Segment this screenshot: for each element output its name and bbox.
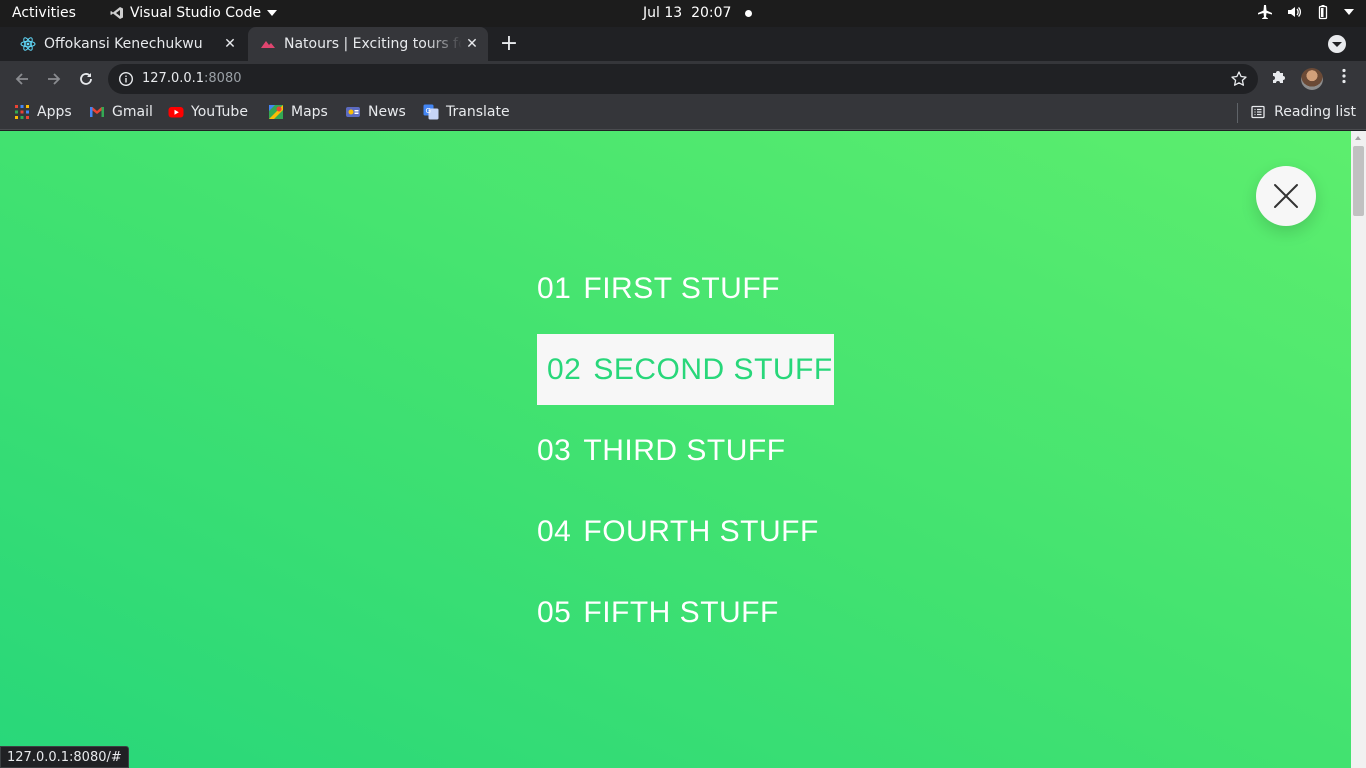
svg-text:G: G bbox=[426, 107, 431, 115]
bookmark-news[interactable]: News bbox=[345, 104, 406, 120]
nav-item-label: FIFTH STUFF bbox=[583, 595, 779, 629]
tab-title: Natours | Exciting tours for adventurous… bbox=[284, 36, 462, 52]
airplane-mode-icon bbox=[1258, 5, 1272, 19]
chevron-down-icon bbox=[1344, 9, 1354, 15]
nav-item-first[interactable]: 01 FIRST STUFF bbox=[537, 253, 780, 324]
maps-icon bbox=[269, 105, 283, 119]
vscode-icon bbox=[110, 7, 123, 19]
app-menu[interactable]: Visual Studio Code bbox=[110, 5, 278, 21]
bookmark-label: Maps bbox=[291, 104, 328, 120]
bookmark-label: Apps bbox=[37, 104, 72, 120]
nav-item-number: 04 bbox=[537, 514, 572, 548]
time: 20:07 bbox=[691, 5, 732, 21]
extensions-puzzle-icon[interactable] bbox=[1270, 67, 1288, 89]
nav-item-fourth[interactable]: 04 FOURTH STUFF bbox=[537, 496, 819, 567]
divider bbox=[1237, 103, 1238, 123]
apps-grid-icon bbox=[15, 105, 29, 119]
nav-item-number: 05 bbox=[537, 595, 572, 629]
url-text: 127.0.0.1:8080 bbox=[142, 71, 242, 86]
forward-arrow-icon[interactable] bbox=[42, 67, 66, 91]
scroll-up-arrow-icon[interactable] bbox=[1355, 136, 1361, 140]
more-menu-icon[interactable] bbox=[1336, 67, 1352, 89]
nav-item-fifth[interactable]: 05 FIFTH STUFF bbox=[537, 577, 779, 648]
volume-icon bbox=[1288, 7, 1302, 17]
bookmark-apps[interactable]: Apps bbox=[14, 104, 72, 120]
page-viewport: 01 FIRST STUFF 02 SECOND STUFF 03 THIRD … bbox=[0, 131, 1351, 768]
gmail-icon bbox=[90, 107, 104, 117]
tab-search-icon[interactable] bbox=[1328, 35, 1346, 53]
close-tab-icon[interactable]: ✕ bbox=[220, 34, 240, 54]
address-bar[interactable]: 127.0.0.1:8080 bbox=[108, 64, 1258, 94]
natours-icon bbox=[260, 36, 276, 52]
bookmarks-bar: Apps Gmail YouTube Maps News G Translate… bbox=[0, 97, 1366, 130]
date: Jul 13 bbox=[643, 5, 683, 21]
nav-item-label: FIRST STUFF bbox=[583, 271, 780, 305]
youtube-icon bbox=[168, 107, 184, 118]
activities-button[interactable]: Activities bbox=[12, 5, 76, 21]
tab-offokansi[interactable]: Offokansi Kenechukwu ✕ bbox=[8, 27, 246, 61]
battery-icon bbox=[1318, 5, 1328, 20]
reading-list-label: Reading list bbox=[1274, 104, 1356, 120]
chevron-down-icon bbox=[267, 10, 278, 16]
react-icon bbox=[20, 36, 36, 52]
news-icon bbox=[346, 107, 360, 117]
back-arrow-icon[interactable] bbox=[10, 67, 34, 91]
bookmark-label: YouTube bbox=[191, 104, 248, 120]
reload-icon[interactable] bbox=[74, 67, 98, 91]
nav-item-number: 01 bbox=[537, 271, 572, 305]
vertical-scrollbar[interactable] bbox=[1351, 131, 1366, 768]
app-name: Visual Studio Code bbox=[130, 5, 262, 21]
nav-item-second[interactable]: 02 SECOND STUFF bbox=[537, 334, 834, 405]
bookmark-label: Gmail bbox=[112, 104, 153, 120]
bookmark-youtube[interactable]: YouTube bbox=[168, 104, 248, 120]
nav-item-number: 02 bbox=[547, 352, 582, 386]
tab-natours[interactable]: Natours | Exciting tours for adventurous… bbox=[248, 27, 488, 61]
reading-list-icon bbox=[1251, 105, 1265, 119]
system-tray[interactable] bbox=[1257, 4, 1354, 20]
bookmark-label: Translate bbox=[446, 104, 510, 120]
notification-dot-icon bbox=[745, 9, 753, 17]
url-host: 127.0.0.1 bbox=[142, 71, 205, 86]
close-tab-icon[interactable]: ✕ bbox=[462, 34, 482, 54]
tab-strip: Offokansi Kenechukwu ✕ Natours | Excitin… bbox=[0, 27, 1366, 61]
bookmark-label: News bbox=[368, 104, 406, 120]
close-navigation-button[interactable] bbox=[1256, 166, 1316, 226]
close-icon bbox=[1274, 184, 1298, 208]
nav-item-number: 03 bbox=[537, 433, 572, 467]
bookmark-star-icon[interactable] bbox=[1230, 70, 1248, 92]
scrollbar-thumb[interactable] bbox=[1353, 146, 1364, 216]
reading-list-button[interactable]: Reading list bbox=[1250, 104, 1356, 120]
bookmark-gmail[interactable]: Gmail bbox=[89, 104, 153, 120]
clock[interactable]: Jul 13 20:07 bbox=[643, 5, 753, 21]
site-info-icon[interactable] bbox=[118, 71, 134, 91]
link-status-bubble: 127.0.0.1:8080/# bbox=[0, 746, 129, 768]
system-top-bar: Activities Visual Studio Code Jul 13 20:… bbox=[0, 0, 1366, 27]
url-port: :8080 bbox=[204, 71, 242, 86]
bookmark-maps[interactable]: Maps bbox=[268, 104, 328, 120]
nav-item-label: FOURTH STUFF bbox=[583, 514, 819, 548]
nav-item-label: SECOND STUFF bbox=[593, 352, 833, 386]
tab-title: Offokansi Kenechukwu bbox=[44, 36, 203, 52]
nav-item-label: THIRD STUFF bbox=[583, 433, 786, 467]
nav-item-third[interactable]: 03 THIRD STUFF bbox=[537, 415, 786, 486]
translate-icon: G bbox=[423, 104, 439, 120]
browser-toolbar: 127.0.0.1:8080 bbox=[0, 61, 1366, 97]
profile-avatar[interactable] bbox=[1301, 68, 1323, 90]
bookmark-translate[interactable]: G Translate bbox=[423, 104, 510, 120]
new-tab-plus-icon[interactable]: + bbox=[498, 33, 520, 55]
